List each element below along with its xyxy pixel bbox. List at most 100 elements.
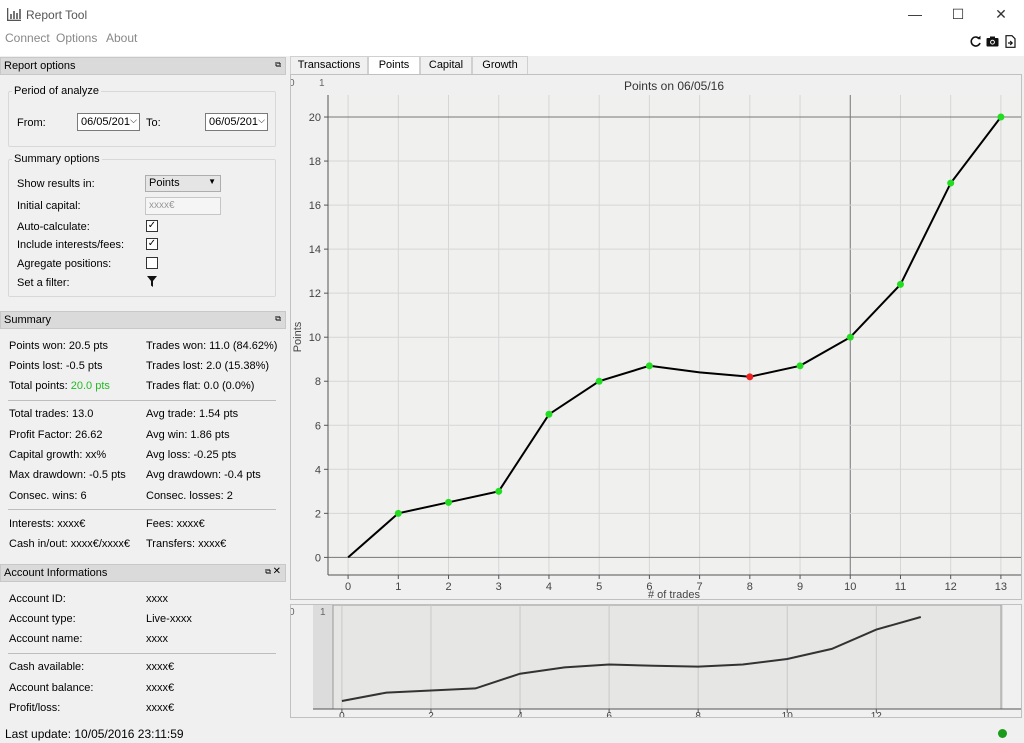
include-interests-checkbox[interactable]: ✓: [146, 238, 158, 250]
x-tick-label: 10: [844, 581, 856, 593]
points-chart[interactable]: 0 2 4 6 8 10 12 14 16 18 20 0 1 2 3 4 5 6 7 8 9 10 11 12 13 Poi…: [289, 74, 1022, 601]
y-tick-label: 6: [315, 420, 321, 432]
trades-won: Trades won: 11.0 (84.62%): [146, 340, 278, 352]
max-drawdown: Max drawdown: -0.5 pts: [9, 469, 126, 481]
title-bar: Report Tool — ☐ ✕: [0, 0, 1024, 30]
tab-transactions[interactable]: Transactions: [290, 56, 368, 74]
float-icon[interactable]: ⧉: [275, 60, 281, 70]
data-point-marker: [445, 498, 453, 506]
trades-lost: Trades lost: 2.0 (15.38%): [146, 360, 270, 372]
tab-points[interactable]: Points: [368, 56, 420, 75]
camera-icon[interactable]: [986, 35, 999, 48]
navigator-x-tick-label: 12: [871, 711, 883, 717]
account-id-value: xxxx: [146, 593, 168, 605]
to-label: To:: [146, 117, 161, 129]
float-icon[interactable]: ⧉: [265, 567, 271, 577]
tab-growth[interactable]: Growth: [472, 56, 528, 74]
initial-capital-input[interactable]: xxxx€: [145, 197, 221, 215]
navigator-x-tick-label: 10: [782, 711, 794, 717]
points-lost: Points lost: -0.5 pts: [9, 360, 103, 372]
y-tick-label: 4: [315, 464, 321, 476]
filter-label: Set a filter:: [17, 277, 70, 289]
profit-loss-value: xxxx€: [146, 702, 175, 714]
avg-drawdown: Avg drawdown: -0.4 pts: [146, 469, 261, 481]
x-tick-label: 5: [596, 581, 602, 593]
from-date-input[interactable]: 06/05/201 ⌵: [77, 113, 140, 131]
auto-calculate-checkbox[interactable]: ✓: [146, 220, 158, 232]
refresh-icon[interactable]: [969, 35, 982, 48]
corner-label: 1: [319, 78, 325, 89]
y-tick-label: 0: [315, 552, 321, 564]
chart-title: Points on 06/05/16: [624, 79, 724, 93]
consec-losses: Consec. losses: 2: [146, 490, 233, 502]
data-point-marker: [896, 280, 904, 288]
total-trades: Total trades: 13.0: [9, 408, 94, 420]
menu-about[interactable]: About: [106, 31, 137, 45]
account-type-label: Account type:: [9, 613, 76, 625]
to-date-input[interactable]: 06/05/201 ⌵: [205, 113, 268, 131]
aggregate-checkbox[interactable]: [146, 257, 158, 269]
account-title: Account Informations: [4, 567, 108, 579]
navigator-chart[interactable]: 0 2 4 6 8 10 12 0 1: [289, 604, 1022, 722]
y-tick-label: 20: [309, 112, 321, 124]
cash-available-label: Cash available:: [9, 661, 85, 673]
navigator-x-tick-label: 2: [428, 711, 434, 717]
data-point-marker: [595, 377, 603, 385]
export-icon[interactable]: [1004, 35, 1017, 48]
chevron-down-icon: ⌵: [130, 115, 137, 125]
x-tick-label: 0: [345, 581, 351, 593]
data-point-marker: [495, 487, 503, 495]
initial-capital-label: Initial capital:: [17, 200, 81, 212]
float-icon[interactable]: ⧉: [275, 314, 281, 324]
include-interests-label: Include interests/fees:: [17, 239, 125, 251]
x-tick-label: 9: [797, 581, 803, 593]
y-tick-label: 18: [309, 156, 321, 168]
tab-capital[interactable]: Capital: [420, 56, 472, 74]
y-tick-label: 14: [309, 244, 321, 256]
filter-icon[interactable]: [147, 276, 157, 287]
corner-label: 1: [320, 607, 326, 618]
navigator-chart-svg: 0 2 4 6 8 10 12 0 1: [289, 604, 1021, 722]
account-type-value: Live-xxxx: [146, 613, 192, 625]
menu-connect[interactable]: Connect: [5, 31, 50, 45]
points-chart-svg: 02468101214161820 0 1 2 3 4 5 6 7 8 9 10 11 12 13 Poi…: [289, 78, 1021, 601]
navigator-x-tick-label: 4: [517, 711, 523, 717]
plot-area: [328, 95, 1021, 575]
x-tick-label: 11: [895, 581, 906, 593]
menu-options[interactable]: Options: [56, 31, 97, 45]
data-point-marker: [997, 113, 1005, 121]
dropdown-arrow-icon: ▼: [208, 177, 216, 186]
x-tick-label: 12: [945, 581, 957, 593]
show-results-label: Show results in:: [17, 178, 95, 190]
trades-flat: Trades flat: 0.0 (0.0%): [146, 380, 255, 392]
y-tick-label: 8: [315, 376, 321, 388]
y-tick-label: 12: [309, 288, 321, 300]
total-points-value: 20.0 pts: [70, 380, 110, 392]
summary-options-title: Summary options: [12, 153, 102, 165]
x-tick-label: 1: [395, 581, 401, 593]
data-point-marker: [645, 362, 653, 370]
navigator-selection-region[interactable]: [332, 604, 1002, 710]
y-tick-label: 10: [309, 332, 321, 344]
left-dock: Report options ⧉ Period of analyze From:…: [0, 56, 286, 743]
cash-available-value: xxxx€: [146, 661, 175, 673]
x-tick-label: 4: [546, 581, 552, 593]
summary-header: Summary ⧉: [0, 311, 286, 329]
account-balance-label: Account balance:: [9, 682, 94, 694]
x-tick-label: 8: [747, 581, 753, 593]
close-icon[interactable]: ✕: [273, 566, 281, 577]
summary-title: Summary: [4, 314, 52, 326]
close-button[interactable]: ✕: [986, 3, 1016, 25]
maximize-button[interactable]: ☐: [943, 3, 973, 25]
data-point-marker: [947, 179, 955, 187]
x-tick-label: 3: [496, 581, 502, 593]
corner-label: 0: [291, 607, 295, 618]
chart-app-icon: [7, 8, 21, 21]
navigator-x-tick-label: 0: [339, 711, 345, 717]
from-label: From:: [17, 117, 46, 129]
show-results-select[interactable]: Points ▼: [145, 175, 221, 192]
minimize-button[interactable]: —: [900, 3, 930, 25]
consec-wins: Consec. wins: 6: [9, 490, 87, 502]
fees: Fees: xxxx€: [146, 518, 205, 530]
account-id-label: Account ID:: [9, 593, 66, 605]
